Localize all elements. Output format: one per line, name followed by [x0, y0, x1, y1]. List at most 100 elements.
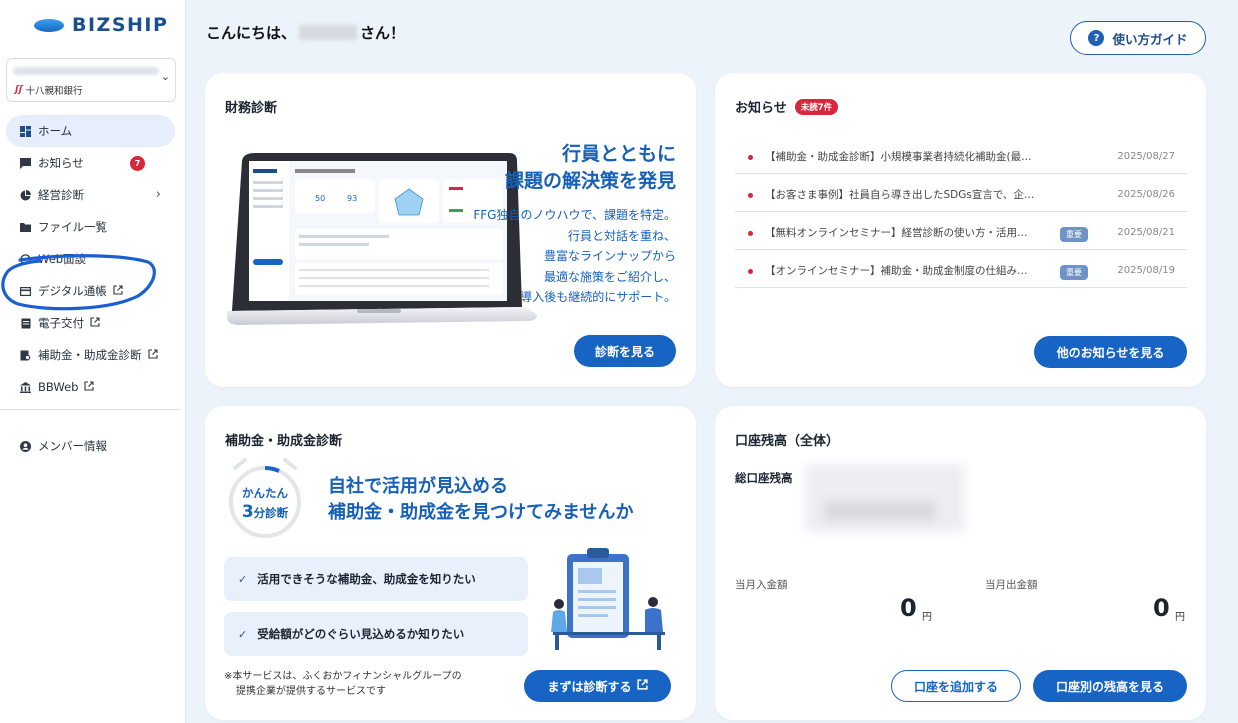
income-unit: 円 [922, 612, 932, 623]
total-balance-label: 総口座残高 [735, 471, 793, 485]
clock-number: 3 [241, 502, 254, 522]
expense-label: 当月出金額 [985, 579, 1038, 591]
account-name-redacted [13, 67, 159, 75]
usage-guide-label: 使い方ガイド [1112, 31, 1188, 47]
check-item: ✓ 活用できそうな補助金、助成金を知りたい [224, 557, 528, 601]
unread-dot-icon [748, 193, 753, 198]
sidebar-item-digital-passbook[interactable]: デジタル通帳 [6, 275, 175, 307]
more-news-button[interactable]: 他のお知らせを見る [1034, 336, 1187, 368]
logo-text: BIZSHIP [72, 14, 169, 36]
start-diagnosis-button[interactable]: まずは診断する [524, 670, 671, 702]
sidebar-item-web-meeting[interactable]: Web面談 [6, 243, 175, 275]
sidebar-item-bbweb[interactable]: BBWeb [6, 371, 175, 403]
view-diagnosis-button[interactable]: 診断を見る [574, 335, 676, 367]
card-icon [20, 286, 31, 297]
greeting-suffix: さん！ [360, 24, 406, 42]
sidebar-item-label: 経営診断 [38, 188, 84, 202]
add-account-button[interactable]: 口座を追加する [891, 670, 1021, 702]
external-link-icon [90, 316, 100, 330]
description-line: 豊富なラインナップから [543, 249, 676, 263]
external-link-icon [147, 348, 158, 362]
news-item[interactable]: 【補助金・助成金診断】小規模事業者持続化補助金(最… 2025/08/27 [735, 140, 1187, 174]
stopwatch-icon: かんたん 3分診断 [227, 458, 303, 540]
news-date: 2025/08/21 [1117, 227, 1175, 238]
sidebar-item-news[interactable]: お知らせ 7 [6, 147, 175, 179]
card-title: お知らせ [735, 101, 787, 116]
news-date: 2025/08/26 [1117, 189, 1175, 200]
pie-chart-icon [20, 189, 31, 201]
unread-dot-icon [748, 269, 753, 274]
user-name-redacted [299, 25, 358, 40]
news-item[interactable]: 【無料オンラインセミナー】経営診断の使い方・活用… 重要 2025/08/21 [735, 216, 1187, 250]
sidebar-item-home[interactable]: ホーム [6, 115, 175, 147]
check-text: 受給額がどのぐらい見込めるか知りたい [257, 627, 465, 641]
finance-headline: 行員とともに 課題の解決策を発見 [505, 141, 676, 195]
external-link-icon [113, 284, 123, 298]
news-text: 【お客さま事例】社員自ら導き出したSDGs宣言で、企… [765, 189, 1035, 201]
sidebar: BIZSHIP ʃʃ 十八親和銀行 ⌄ ホーム お知らせ 7 経営診断 › ファ… [0, 0, 186, 723]
account-balances-button[interactable]: 口座別の残高を見る [1033, 670, 1187, 702]
news-date: 2025/08/27 [1117, 151, 1175, 162]
news-text: 【補助金・助成金診断】小規模事業者持続化補助金(最… [765, 151, 1032, 163]
card-title: 補助金・助成金診断 [225, 434, 343, 449]
sidebar-item-label: Web面談 [38, 252, 87, 266]
unread-dot-icon [748, 231, 753, 236]
finance-diagnosis-card: 財務診断 50 93 行員とともに 課題の解決策を発見 FFG独自のノウハウで、… [205, 73, 696, 387]
news-item[interactable]: 【オンラインセミナー】補助金・助成金制度の仕組み… 重要 2025/08/19 [735, 254, 1187, 288]
description-line: 行員と対話を重ね、 [567, 228, 676, 243]
sidebar-nav: ホーム お知らせ 7 経営診断 › ファイル一覧 Web面談 デジタル通帳 電子… [0, 115, 181, 410]
sidebar-item-label: ファイル一覧 [38, 220, 107, 234]
face-icon [20, 253, 31, 265]
account-balance-card: 口座残高（全体） 総口座残高 当月入金額 0 円 当月出金額 0 円 口座を追加… [715, 406, 1206, 720]
news-title-row: お知らせ 未読7件 [735, 97, 839, 116]
sidebar-item-label: デジタル通帳 [38, 284, 107, 298]
sidebar-item-label: 補助金・助成金診断 [38, 348, 142, 362]
bank-logo-icon: ʃʃ [15, 85, 23, 95]
headline-line: 補助金・助成金を見つけてみませんか [328, 502, 634, 523]
report-search-icon [20, 350, 31, 361]
expense-unit: 円 [1175, 612, 1185, 623]
user-circle-icon [20, 440, 31, 452]
svg-text:50: 50 [315, 194, 325, 203]
external-link-icon [636, 679, 648, 693]
bank-name: 十八親和銀行 [25, 86, 83, 97]
total-balance-redacted-value [825, 502, 935, 520]
service-note: ※本サービスは、ふくおかフィナンシャルグループの 提携企業が提供するサービスです [224, 669, 462, 699]
bank-icon [20, 381, 31, 393]
folder-icon [20, 222, 31, 233]
news-item[interactable]: 【お客さま事例】社員自ら導き出したSDGs宣言で、企… 2025/08/26 [735, 178, 1187, 212]
sidebar-item-label: 電子交付 [38, 316, 84, 330]
sidebar-item-subsidy[interactable]: 補助金・助成金診断 [6, 339, 175, 371]
sidebar-divider [0, 409, 181, 410]
check-icon: ✓ [238, 572, 248, 586]
sidebar-item-label: BBWeb [38, 380, 79, 394]
sidebar-item-diagnosis[interactable]: 経営診断 › [6, 179, 175, 211]
card-title: 口座残高（全体） [735, 434, 840, 449]
help-icon: ? [1088, 30, 1105, 46]
subsidy-headline: 自社で活用が見込める 補助金・助成金を見つけてみませんか [328, 474, 633, 526]
dashboard-icon [20, 125, 31, 137]
logo[interactable]: BIZSHIP [34, 14, 168, 36]
sidebar-item-member-info[interactable]: メンバー情報 [6, 430, 175, 462]
svg-text:93: 93 [347, 194, 357, 203]
news-card: お知らせ 未読7件 【補助金・助成金診断】小規模事業者持続化補助金(最… 202… [715, 73, 1206, 387]
important-tag: 重要 [1060, 227, 1088, 242]
sidebar-item-e-delivery[interactable]: 電子交付 [6, 307, 175, 339]
check-item: ✓ 受給額がどのぐらい見込めるか知りたい [224, 612, 528, 656]
account-selector[interactable]: ʃʃ 十八親和銀行 ⌄ [6, 58, 176, 102]
consultation-illustration [551, 548, 665, 650]
sidebar-item-label: お知らせ [38, 156, 84, 170]
check-text: 活用できそうな補助金、助成金を知りたい [257, 572, 476, 586]
clock-text-bottom: 3分診断 [227, 502, 303, 522]
news-date: 2025/08/19 [1117, 265, 1175, 276]
news-count-badge: 7 [130, 156, 145, 171]
sidebar-item-files[interactable]: ファイル一覧 [6, 211, 175, 243]
document-icon [20, 318, 31, 329]
unread-dot-icon [748, 155, 753, 160]
chevron-down-icon: ⌄ [160, 70, 170, 83]
important-tag: 重要 [1060, 265, 1088, 280]
news-text: 【無料オンラインセミナー】経営診断の使い方・活用… [765, 227, 1028, 239]
sidebar-item-label: ホーム [38, 124, 73, 138]
usage-guide-button[interactable]: ? 使い方ガイド [1070, 21, 1206, 55]
headline-line: 自社で活用が見込める [328, 476, 508, 497]
